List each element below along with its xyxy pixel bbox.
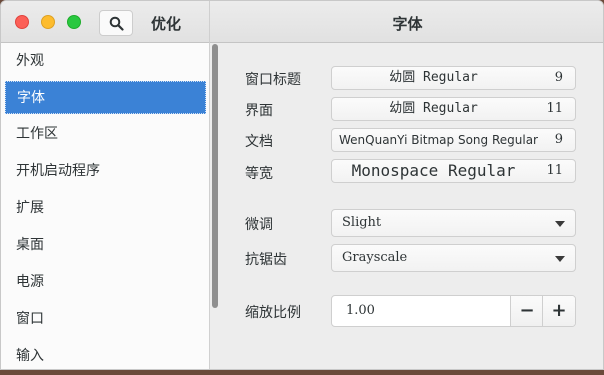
sidebar-item-workspaces[interactable]: 工作区: [5, 118, 206, 151]
window-title-font-button[interactable]: 幼圆 Regular 9: [331, 66, 576, 90]
sidebar: 外观 字体 工作区 开机启动程序 扩展 桌面 电源 窗口 输入: [1, 43, 210, 369]
interface-font-label: 界面: [245, 103, 273, 119]
sidebar-item-windows[interactable]: 窗口: [5, 303, 206, 336]
sidebar-item-input[interactable]: 输入: [5, 340, 206, 369]
sidebar-item-startup-applications[interactable]: 开机启动程序: [5, 155, 206, 188]
header-bar: 优化 字体: [1, 1, 603, 43]
font-name: Monospace Regular: [351, 161, 516, 180]
font-name: WenQuanYi Bitmap Song Regular: [339, 133, 538, 147]
font-size: 11: [546, 163, 563, 178]
chevron-down-icon: [555, 256, 565, 262]
scaling-factor-label: 缩放比例: [245, 305, 301, 321]
sidebar-item-fonts[interactable]: 字体: [5, 81, 206, 114]
search-button[interactable]: [99, 10, 133, 36]
antialiasing-label: 抗锯齿: [245, 252, 287, 268]
antialiasing-dropdown[interactable]: Grayscale: [331, 244, 576, 272]
scaling-factor-spinbutton: 1.00 − +: [331, 295, 576, 327]
sidebar-scrollbar[interactable]: [212, 44, 218, 308]
increase-button[interactable]: +: [542, 296, 575, 326]
monospace-font-button[interactable]: Monospace Regular 11: [331, 159, 576, 183]
antialiasing-value: Grayscale: [342, 250, 408, 265]
sidebar-item-desktop[interactable]: 桌面: [5, 229, 206, 262]
close-button[interactable]: [15, 15, 29, 29]
sidebar-item-power[interactable]: 电源: [5, 266, 206, 299]
font-size: 9: [554, 132, 563, 147]
font-name: 幼圆 Regular: [389, 101, 478, 116]
hinting-label: 微调: [245, 217, 273, 233]
scaling-factor-value[interactable]: 1.00: [346, 296, 375, 326]
search-icon: [109, 16, 124, 31]
hinting-value: Slight: [342, 215, 382, 230]
sidebar-item-extensions[interactable]: 扩展: [5, 192, 206, 225]
minimize-button[interactable]: [41, 15, 55, 29]
hinting-dropdown[interactable]: Slight: [331, 209, 576, 237]
sidebar-item-appearance[interactable]: 外观: [5, 45, 206, 78]
interface-font-button[interactable]: 幼圆 Regular 11: [331, 97, 576, 121]
maximize-button[interactable]: [67, 15, 81, 29]
font-name: 幼圆 Regular: [389, 70, 478, 85]
tweaks-window: 优化 字体 外观 字体 工作区 开机启动程序 扩展 桌面 电源 窗口 输入 窗口…: [0, 0, 604, 370]
page-title: 字体: [392, 15, 423, 33]
monospace-font-label: 等宽: [245, 166, 273, 182]
app-title: 优化: [151, 15, 182, 33]
document-font-label: 文档: [245, 134, 273, 150]
font-size: 9: [554, 70, 563, 85]
chevron-down-icon: [555, 221, 565, 227]
decrease-button[interactable]: −: [510, 296, 543, 326]
window-title-font-label: 窗口标题: [245, 72, 301, 88]
fonts-panel: 窗口标题 幼圆 Regular 9 界面 幼圆 Regular 11 文档 We…: [223, 43, 603, 369]
document-font-button[interactable]: WenQuanYi Bitmap Song Regular 9: [331, 128, 576, 152]
font-size: 11: [546, 101, 563, 116]
header-left-pane: 优化: [1, 1, 210, 43]
